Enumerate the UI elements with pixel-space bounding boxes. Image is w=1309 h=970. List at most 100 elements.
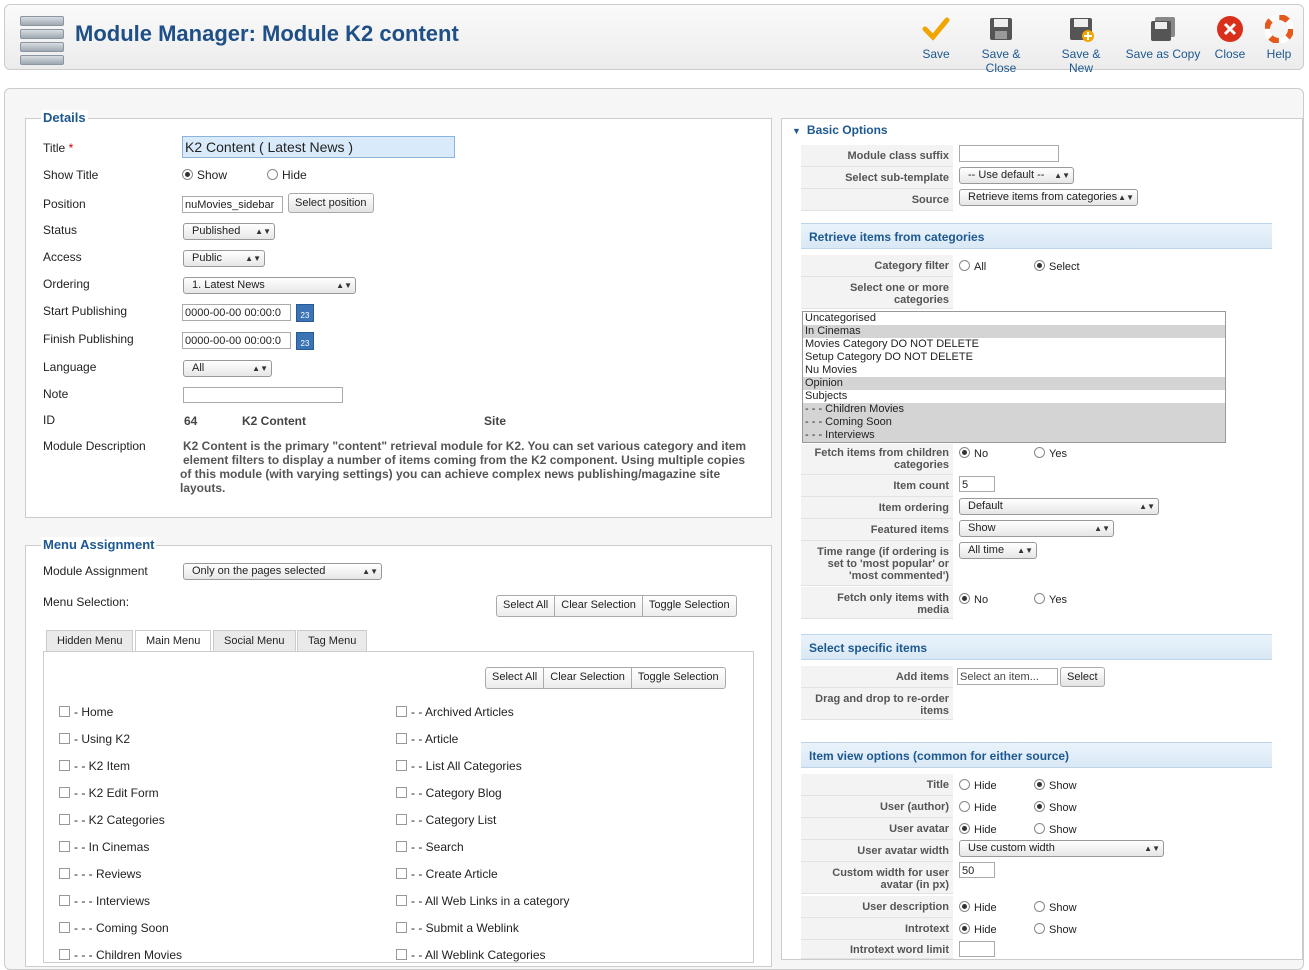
user-description-hide-radio[interactable]: Hide — [959, 901, 997, 914]
category-option[interactable]: - - - Interviews — [803, 429, 1225, 442]
category-option[interactable]: Setup Category DO NOT DELETE — [803, 351, 1225, 364]
save-as-copy-button[interactable]: Save as Copy — [1125, 15, 1201, 61]
menu-item-checkbox[interactable]: - - Article — [396, 732, 458, 746]
select-item-button[interactable]: Select — [1060, 667, 1105, 687]
select-position-button[interactable]: Select position — [288, 193, 374, 213]
fetch-children-no-radio[interactable]: No — [959, 447, 988, 460]
note-input[interactable] — [183, 387, 343, 403]
category-option[interactable]: In Cinemas — [803, 325, 1225, 338]
menu-item-checkbox[interactable]: - - Search — [396, 840, 464, 854]
tab-main-menu[interactable]: Main Menu — [135, 630, 212, 653]
subtemplate-select[interactable]: -- Use default -- ▲▼ — [959, 167, 1074, 184]
featured-items-select[interactable]: Show ▲▼ — [959, 520, 1114, 537]
save-close-button[interactable]: Save & Close — [965, 15, 1037, 75]
module-assignment-select[interactable]: Only on the pages selected ▲▼ — [183, 563, 382, 580]
menu-item-checkbox[interactable]: - - - Interviews — [59, 894, 150, 908]
category-option[interactable]: - - - Coming Soon — [803, 416, 1225, 429]
finish-publishing-input[interactable]: 0000-00-00 00:00:0 — [182, 332, 291, 349]
class-suffix-input[interactable] — [959, 145, 1059, 162]
menu-item-checkbox[interactable]: - - Submit a Weblink — [396, 921, 519, 935]
close-button[interactable]: Close — [1212, 15, 1248, 61]
view-user-show-radio[interactable]: Show — [1034, 801, 1077, 814]
menu-item-checkbox[interactable]: - - Create Article — [396, 867, 498, 881]
categories-multiselect[interactable]: Uncategorised In Cinemas Movies Category D… — [802, 311, 1226, 443]
introtext-show-radio[interactable]: Show — [1034, 923, 1077, 936]
checkbox-icon[interactable] — [59, 895, 70, 906]
menu-item-checkbox[interactable]: - - - Children Movies — [59, 948, 182, 962]
checkbox-icon[interactable] — [59, 706, 70, 717]
category-filter-select-radio[interactable]: Select — [1034, 260, 1080, 273]
language-select[interactable]: All ▲▼ — [183, 360, 272, 377]
view-title-show-radio[interactable]: Show — [1034, 779, 1077, 792]
checkbox-icon[interactable] — [59, 949, 70, 960]
position-input[interactable]: nuMovies_sidebar — [182, 196, 283, 213]
custom-width-input[interactable]: 50 — [959, 862, 995, 878]
avatar-width-select[interactable]: Use custom width ▲▼ — [959, 840, 1164, 857]
checkbox-icon[interactable] — [59, 841, 70, 852]
menu-item-checkbox[interactable]: - - K2 Edit Form — [59, 786, 159, 800]
category-option[interactable]: Subjects — [803, 390, 1225, 403]
introtext-limit-input[interactable] — [959, 941, 995, 957]
save-new-button[interactable]: Save & New — [1048, 15, 1114, 75]
toggle-selection-button[interactable]: Toggle Selection — [641, 596, 736, 616]
checkbox-icon[interactable] — [59, 760, 70, 771]
checkbox-icon[interactable] — [396, 733, 407, 744]
checkbox-icon[interactable] — [396, 706, 407, 717]
basic-options-heading[interactable]: ▼ Basic Options — [792, 123, 888, 137]
fetch-media-yes-radio[interactable]: Yes — [1034, 593, 1067, 606]
menu-item-checkbox[interactable]: - - Archived Articles — [396, 705, 514, 719]
checkbox-icon[interactable] — [396, 868, 407, 879]
category-filter-all-radio[interactable]: All — [959, 260, 986, 273]
toggle-selection-button[interactable]: Toggle Selection — [630, 668, 725, 688]
menu-item-checkbox[interactable]: - Using K2 — [59, 732, 130, 746]
source-select[interactable]: Retrieve items from categories ▲▼ — [959, 189, 1138, 206]
menu-item-checkbox[interactable]: - - All Web Links in a category — [396, 894, 570, 908]
checkbox-icon[interactable] — [396, 760, 407, 771]
show-title-show-radio[interactable]: Show — [182, 168, 227, 182]
checkbox-icon[interactable] — [59, 868, 70, 879]
calendar-icon[interactable]: 23 — [296, 332, 314, 350]
checkbox-icon[interactable] — [396, 922, 407, 933]
checkbox-icon[interactable] — [59, 787, 70, 798]
checkbox-icon[interactable] — [59, 733, 70, 744]
menu-item-checkbox[interactable]: - - Category List — [396, 813, 496, 827]
menu-item-checkbox[interactable]: - - - Coming Soon — [59, 921, 169, 935]
checkbox-icon[interactable] — [396, 787, 407, 798]
title-input[interactable]: K2 Content ( Latest News ) — [182, 136, 455, 158]
select-all-button[interactable]: Select All — [486, 668, 543, 688]
menu-item-checkbox[interactable]: - - K2 Item — [59, 759, 130, 773]
add-items-input[interactable]: Select an item... — [957, 668, 1058, 685]
tab-tag-menu[interactable]: Tag Menu — [297, 630, 368, 652]
checkbox-icon[interactable] — [396, 814, 407, 825]
fetch-children-yes-radio[interactable]: Yes — [1034, 447, 1067, 460]
ordering-select[interactable]: 1. Latest News ▲▼ — [183, 277, 356, 294]
checkbox-icon[interactable] — [396, 895, 407, 906]
menu-item-checkbox[interactable]: - - All Weblink Categories — [396, 948, 546, 962]
checkbox-icon[interactable] — [59, 922, 70, 933]
save-button[interactable]: Save — [917, 15, 955, 61]
calendar-icon[interactable]: 23 — [296, 304, 314, 322]
clear-selection-button[interactable]: Clear Selection — [554, 596, 642, 616]
menu-item-checkbox[interactable]: - - Category Blog — [396, 786, 502, 800]
user-description-show-radio[interactable]: Show — [1034, 901, 1077, 914]
time-range-select[interactable]: All time ▲▼ — [959, 542, 1037, 559]
item-ordering-select[interactable]: Default ▲▼ — [959, 498, 1159, 515]
access-select[interactable]: Public ▲▼ — [183, 250, 265, 267]
menu-item-checkbox[interactable]: - Home — [59, 705, 113, 719]
category-option[interactable]: Uncategorised — [803, 312, 1225, 325]
menu-item-checkbox[interactable]: - - - Reviews — [59, 867, 141, 881]
category-option[interactable]: Movies Category DO NOT DELETE — [803, 338, 1225, 351]
introtext-hide-radio[interactable]: Hide — [959, 923, 997, 936]
select-all-button[interactable]: Select All — [497, 596, 554, 616]
show-title-hide-radio[interactable]: Hide — [267, 168, 307, 182]
menu-item-checkbox[interactable]: - - K2 Categories — [59, 813, 165, 827]
start-publishing-input[interactable]: 0000-00-00 00:00:0 — [182, 304, 291, 321]
view-avatar-hide-radio[interactable]: Hide — [959, 823, 997, 836]
menu-item-checkbox[interactable]: - - In Cinemas — [59, 840, 149, 854]
view-title-hide-radio[interactable]: Hide — [959, 779, 997, 792]
menu-item-checkbox[interactable]: - - List All Categories — [396, 759, 522, 773]
view-user-hide-radio[interactable]: Hide — [959, 801, 997, 814]
category-option[interactable]: Opinion — [803, 377, 1225, 390]
checkbox-icon[interactable] — [59, 814, 70, 825]
tab-hidden-menu[interactable]: Hidden Menu — [46, 630, 134, 652]
